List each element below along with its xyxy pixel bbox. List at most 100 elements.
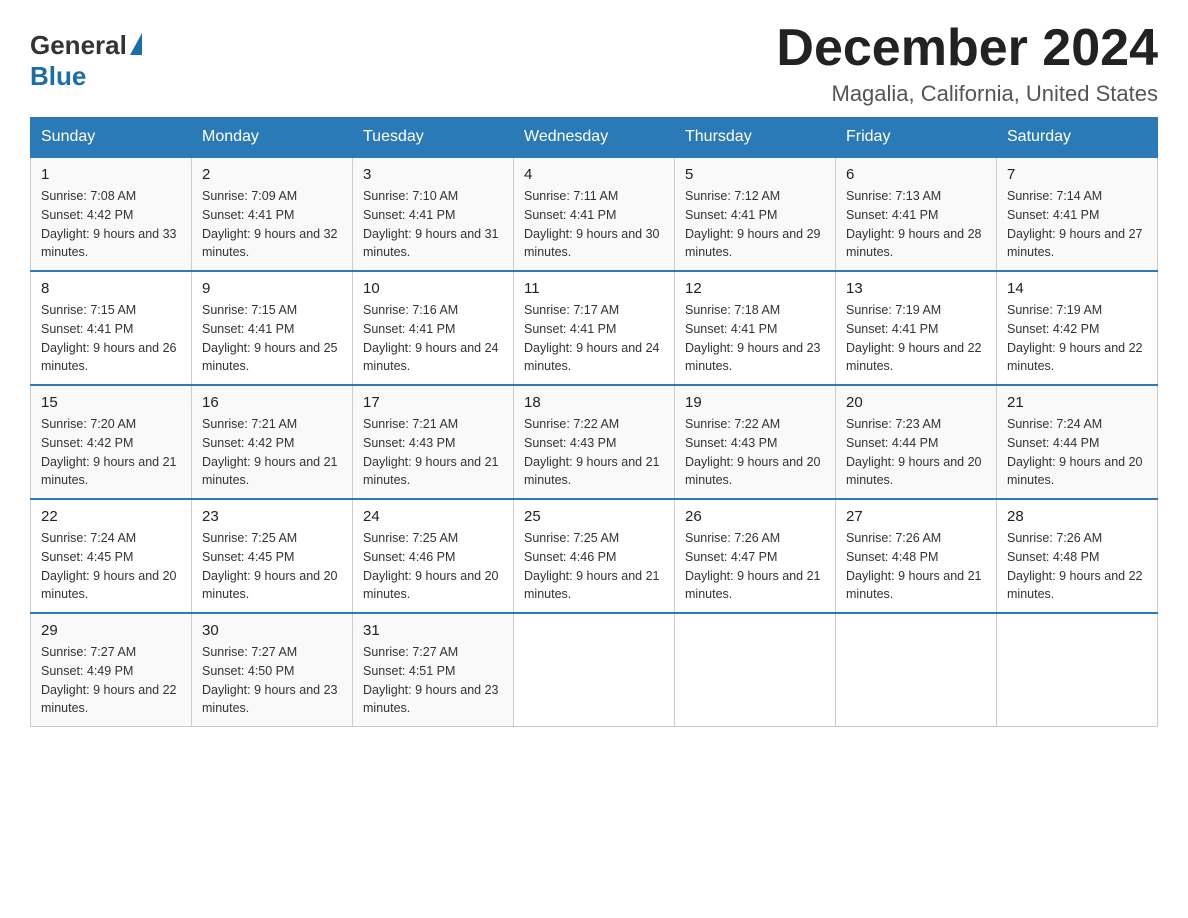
calendar-cell: 11 Sunrise: 7:17 AM Sunset: 4:41 PM Dayl… (514, 271, 675, 385)
day-number: 5 (685, 166, 825, 183)
day-info: Sunrise: 7:23 AM Sunset: 4:44 PM Dayligh… (846, 415, 986, 490)
day-info: Sunrise: 7:13 AM Sunset: 4:41 PM Dayligh… (846, 187, 986, 262)
calendar-cell: 4 Sunrise: 7:11 AM Sunset: 4:41 PM Dayli… (514, 157, 675, 271)
day-number: 15 (41, 394, 181, 411)
calendar-cell: 3 Sunrise: 7:10 AM Sunset: 4:41 PM Dayli… (353, 157, 514, 271)
calendar-week-row: 29 Sunrise: 7:27 AM Sunset: 4:49 PM Dayl… (31, 613, 1158, 727)
calendar-week-row: 8 Sunrise: 7:15 AM Sunset: 4:41 PM Dayli… (31, 271, 1158, 385)
day-info: Sunrise: 7:22 AM Sunset: 4:43 PM Dayligh… (524, 415, 664, 490)
day-number: 7 (1007, 166, 1147, 183)
day-number: 21 (1007, 394, 1147, 411)
day-number: 2 (202, 166, 342, 183)
calendar-cell: 23 Sunrise: 7:25 AM Sunset: 4:45 PM Dayl… (192, 499, 353, 613)
calendar-cell: 14 Sunrise: 7:19 AM Sunset: 4:42 PM Dayl… (997, 271, 1158, 385)
day-number: 16 (202, 394, 342, 411)
calendar-cell: 8 Sunrise: 7:15 AM Sunset: 4:41 PM Dayli… (31, 271, 192, 385)
day-info: Sunrise: 7:25 AM Sunset: 4:45 PM Dayligh… (202, 529, 342, 604)
day-number: 28 (1007, 508, 1147, 525)
day-number: 1 (41, 166, 181, 183)
day-info: Sunrise: 7:12 AM Sunset: 4:41 PM Dayligh… (685, 187, 825, 262)
day-number: 26 (685, 508, 825, 525)
calendar-header-row: SundayMondayTuesdayWednesdayThursdayFrid… (31, 118, 1158, 158)
day-info: Sunrise: 7:25 AM Sunset: 4:46 PM Dayligh… (363, 529, 503, 604)
logo-triangle-icon (130, 33, 142, 55)
day-number: 12 (685, 280, 825, 297)
location-subtitle: Magalia, California, United States (776, 81, 1158, 107)
calendar-cell: 10 Sunrise: 7:16 AM Sunset: 4:41 PM Dayl… (353, 271, 514, 385)
day-info: Sunrise: 7:24 AM Sunset: 4:45 PM Dayligh… (41, 529, 181, 604)
day-info: Sunrise: 7:25 AM Sunset: 4:46 PM Dayligh… (524, 529, 664, 604)
day-info: Sunrise: 7:17 AM Sunset: 4:41 PM Dayligh… (524, 301, 664, 376)
calendar-cell: 18 Sunrise: 7:22 AM Sunset: 4:43 PM Dayl… (514, 385, 675, 499)
day-number: 19 (685, 394, 825, 411)
calendar-cell: 9 Sunrise: 7:15 AM Sunset: 4:41 PM Dayli… (192, 271, 353, 385)
day-info: Sunrise: 7:21 AM Sunset: 4:43 PM Dayligh… (363, 415, 503, 490)
day-info: Sunrise: 7:26 AM Sunset: 4:48 PM Dayligh… (846, 529, 986, 604)
calendar-cell (997, 613, 1158, 727)
calendar-cell: 17 Sunrise: 7:21 AM Sunset: 4:43 PM Dayl… (353, 385, 514, 499)
day-number: 8 (41, 280, 181, 297)
day-number: 20 (846, 394, 986, 411)
calendar-cell: 30 Sunrise: 7:27 AM Sunset: 4:50 PM Dayl… (192, 613, 353, 727)
logo-general-text: General (30, 30, 127, 61)
day-number: 25 (524, 508, 664, 525)
calendar-table: SundayMondayTuesdayWednesdayThursdayFrid… (30, 117, 1158, 727)
calendar-cell: 6 Sunrise: 7:13 AM Sunset: 4:41 PM Dayli… (836, 157, 997, 271)
day-info: Sunrise: 7:08 AM Sunset: 4:42 PM Dayligh… (41, 187, 181, 262)
day-number: 23 (202, 508, 342, 525)
day-info: Sunrise: 7:27 AM Sunset: 4:51 PM Dayligh… (363, 643, 503, 718)
month-title: December 2024 (776, 20, 1158, 77)
day-number: 31 (363, 622, 503, 639)
day-info: Sunrise: 7:15 AM Sunset: 4:41 PM Dayligh… (41, 301, 181, 376)
day-info: Sunrise: 7:19 AM Sunset: 4:41 PM Dayligh… (846, 301, 986, 376)
calendar-cell: 24 Sunrise: 7:25 AM Sunset: 4:46 PM Dayl… (353, 499, 514, 613)
day-number: 22 (41, 508, 181, 525)
day-number: 29 (41, 622, 181, 639)
day-info: Sunrise: 7:19 AM Sunset: 4:42 PM Dayligh… (1007, 301, 1147, 376)
calendar-cell: 20 Sunrise: 7:23 AM Sunset: 4:44 PM Dayl… (836, 385, 997, 499)
calendar-week-row: 15 Sunrise: 7:20 AM Sunset: 4:42 PM Dayl… (31, 385, 1158, 499)
calendar-cell: 5 Sunrise: 7:12 AM Sunset: 4:41 PM Dayli… (675, 157, 836, 271)
day-number: 11 (524, 280, 664, 297)
calendar-cell: 27 Sunrise: 7:26 AM Sunset: 4:48 PM Dayl… (836, 499, 997, 613)
day-number: 10 (363, 280, 503, 297)
day-info: Sunrise: 7:27 AM Sunset: 4:50 PM Dayligh… (202, 643, 342, 718)
weekday-header-wednesday: Wednesday (514, 118, 675, 158)
calendar-cell: 29 Sunrise: 7:27 AM Sunset: 4:49 PM Dayl… (31, 613, 192, 727)
day-number: 9 (202, 280, 342, 297)
day-number: 3 (363, 166, 503, 183)
calendar-cell: 22 Sunrise: 7:24 AM Sunset: 4:45 PM Dayl… (31, 499, 192, 613)
day-info: Sunrise: 7:26 AM Sunset: 4:47 PM Dayligh… (685, 529, 825, 604)
calendar-cell: 1 Sunrise: 7:08 AM Sunset: 4:42 PM Dayli… (31, 157, 192, 271)
calendar-cell: 26 Sunrise: 7:26 AM Sunset: 4:47 PM Dayl… (675, 499, 836, 613)
day-info: Sunrise: 7:15 AM Sunset: 4:41 PM Dayligh… (202, 301, 342, 376)
weekday-header-saturday: Saturday (997, 118, 1158, 158)
day-number: 18 (524, 394, 664, 411)
day-info: Sunrise: 7:16 AM Sunset: 4:41 PM Dayligh… (363, 301, 503, 376)
weekday-header-monday: Monday (192, 118, 353, 158)
day-number: 24 (363, 508, 503, 525)
day-number: 30 (202, 622, 342, 639)
calendar-cell: 7 Sunrise: 7:14 AM Sunset: 4:41 PM Dayli… (997, 157, 1158, 271)
day-info: Sunrise: 7:14 AM Sunset: 4:41 PM Dayligh… (1007, 187, 1147, 262)
day-info: Sunrise: 7:22 AM Sunset: 4:43 PM Dayligh… (685, 415, 825, 490)
calendar-cell: 21 Sunrise: 7:24 AM Sunset: 4:44 PM Dayl… (997, 385, 1158, 499)
calendar-cell: 12 Sunrise: 7:18 AM Sunset: 4:41 PM Dayl… (675, 271, 836, 385)
calendar-week-row: 1 Sunrise: 7:08 AM Sunset: 4:42 PM Dayli… (31, 157, 1158, 271)
calendar-cell: 2 Sunrise: 7:09 AM Sunset: 4:41 PM Dayli… (192, 157, 353, 271)
title-section: December 2024 Magalia, California, Unite… (776, 20, 1158, 107)
weekday-header-thursday: Thursday (675, 118, 836, 158)
calendar-cell: 19 Sunrise: 7:22 AM Sunset: 4:43 PM Dayl… (675, 385, 836, 499)
calendar-week-row: 22 Sunrise: 7:24 AM Sunset: 4:45 PM Dayl… (31, 499, 1158, 613)
calendar-cell: 13 Sunrise: 7:19 AM Sunset: 4:41 PM Dayl… (836, 271, 997, 385)
calendar-cell (836, 613, 997, 727)
page-header: General Blue December 2024 Magalia, Cali… (30, 20, 1158, 107)
day-number: 17 (363, 394, 503, 411)
logo: General Blue (30, 20, 142, 92)
day-info: Sunrise: 7:21 AM Sunset: 4:42 PM Dayligh… (202, 415, 342, 490)
day-info: Sunrise: 7:27 AM Sunset: 4:49 PM Dayligh… (41, 643, 181, 718)
weekday-header-tuesday: Tuesday (353, 118, 514, 158)
calendar-cell (675, 613, 836, 727)
logo-blue-text: Blue (30, 61, 86, 92)
day-info: Sunrise: 7:18 AM Sunset: 4:41 PM Dayligh… (685, 301, 825, 376)
